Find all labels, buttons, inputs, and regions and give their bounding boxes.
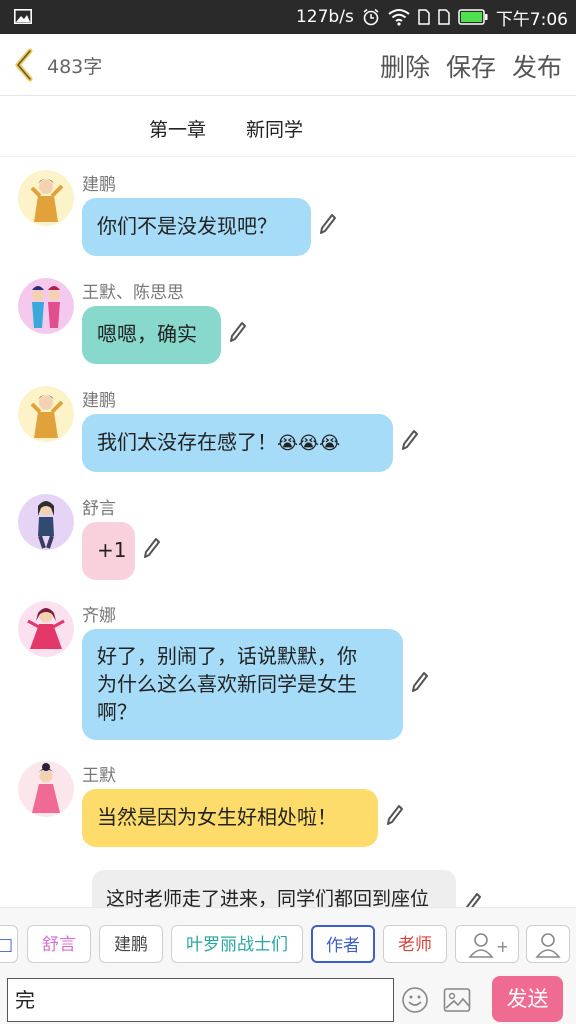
person-icon <box>535 933 561 958</box>
message-bubble[interactable]: 嗯嗯，确实 <box>82 306 221 364</box>
avatar-image <box>18 170 74 226</box>
avatar-image <box>18 601 74 657</box>
crying-emoji-icon: 😭😭😭 <box>277 433 341 454</box>
save-button[interactable]: 保存 <box>446 48 496 84</box>
sim-icon <box>418 9 430 25</box>
battery-icon <box>458 9 488 25</box>
avatar-image <box>18 386 74 442</box>
pencil-icon[interactable] <box>143 537 161 559</box>
picture-icon[interactable] <box>443 987 471 1013</box>
sim-icon-2 <box>438 9 450 25</box>
message-input[interactable]: 完 <box>7 978 394 1022</box>
wifi-icon <box>388 9 410 26</box>
character-selector: □ 舒言 建鹏 叶罗丽战士们 作者 老师 + <box>0 907 576 974</box>
pencil-icon[interactable] <box>386 804 404 826</box>
publish-button[interactable]: 发布 <box>512 48 562 84</box>
message-text: 我们太没存在感了！ <box>97 430 277 454</box>
avatar[interactable] <box>18 761 74 817</box>
header-actions: 删除 保存 发布 <box>380 48 562 84</box>
character-list-button[interactable] <box>526 925 570 963</box>
message-text: +1 <box>97 538 127 562</box>
avatar[interactable] <box>18 601 74 657</box>
character-chip-yeluoli[interactable]: 叶罗丽战士们 <box>171 925 303 963</box>
editor-header: 483字 删除 保存 发布 <box>0 34 576 96</box>
avatar[interactable] <box>18 278 74 334</box>
word-count: 483字 <box>47 56 103 78</box>
message-text: 嗯嗯，确实 <box>97 322 197 346</box>
message-sender: 王默、陈思思 <box>82 283 184 303</box>
message-sender: 舒言 <box>82 499 116 519</box>
add-person-icon: + <box>468 933 509 958</box>
avatar-image <box>18 278 74 334</box>
message-bubble[interactable]: 好了，别闹了，话说默默，你 为什么这么喜欢新同学是女生 啊？ <box>82 629 403 740</box>
send-button[interactable]: 发送 <box>492 976 563 1022</box>
svg-text:+: + <box>496 937 507 956</box>
message-sender: 齐娜 <box>82 606 116 626</box>
character-chip-jianpeng[interactable]: 建鹏 <box>99 925 163 963</box>
pencil-icon[interactable] <box>229 321 247 343</box>
message-bubble[interactable]: 我们太没存在感了！😭😭😭 <box>82 414 393 472</box>
avatar[interactable] <box>18 494 74 550</box>
emoji-icon[interactable] <box>401 986 429 1014</box>
avatar[interactable] <box>18 170 74 226</box>
avatar[interactable] <box>18 386 74 442</box>
message-bubble[interactable]: 当然是因为女生好相处啦！ <box>82 789 378 847</box>
chapter-header[interactable]: 第一章 新同学 <box>0 96 576 157</box>
message-bubble[interactable]: 你们不是没发现吧？ <box>82 198 311 256</box>
message-text-line: 为什么这么喜欢新同学是女生 <box>97 672 357 696</box>
image-icon <box>14 9 32 24</box>
avatar-image <box>18 761 74 817</box>
back-chevron-icon[interactable] <box>12 48 38 82</box>
pencil-icon[interactable] <box>411 671 429 693</box>
pencil-icon[interactable] <box>319 213 337 235</box>
alarm-icon <box>363 8 379 26</box>
avatar-image <box>18 494 74 550</box>
network-speed: 127b/s <box>295 7 354 27</box>
chapter-title: 新同学 <box>246 119 304 141</box>
delete-button[interactable]: 删除 <box>380 48 430 84</box>
compose-bar: 完 发送 <box>0 973 576 1024</box>
pencil-icon[interactable] <box>401 429 419 451</box>
clock: 下午7:06 <box>495 9 568 30</box>
message-input-value: 完 <box>15 988 35 1012</box>
message-sender: 王默 <box>82 766 116 786</box>
chapter-number: 第一章 <box>149 119 207 141</box>
message-sender: 建鹏 <box>82 175 116 195</box>
character-chip-teacher[interactable]: 老师 <box>383 925 447 963</box>
message-sender: 建鹏 <box>82 391 116 411</box>
message-bubble[interactable]: +1 <box>82 522 135 580</box>
character-chip-partial[interactable]: □ <box>0 925 18 963</box>
message-text-line: 啊？ <box>97 700 137 724</box>
character-chip-shuyan[interactable]: 舒言 <box>27 925 91 963</box>
message-text: 当然是因为女生好相处啦！ <box>97 805 337 829</box>
message-text: 你们不是没发现吧？ <box>97 214 277 238</box>
add-character-button[interactable]: + <box>455 925 519 963</box>
character-chip-author[interactable]: 作者 <box>311 925 375 963</box>
message-text-line: 好了，别闹了，话说默默，你 <box>97 644 357 668</box>
status-bar: 127b/s 下午7:06 <box>0 0 576 34</box>
